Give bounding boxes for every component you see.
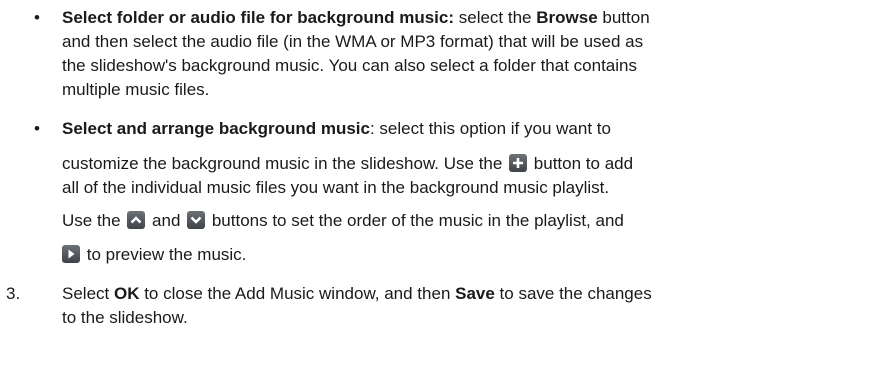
chevron-up-icon	[127, 211, 146, 229]
chevron-down-icon	[187, 211, 206, 229]
item1-line3: the slideshow's background music. You ca…	[62, 56, 637, 75]
item1-lead: Select folder or audio file for backgrou…	[62, 8, 455, 27]
item1-line2: and then select the audio file (in the W…	[62, 32, 644, 51]
bullet-marker: •	[34, 119, 40, 138]
item2-text-f: buttons to set the order of the music in…	[207, 211, 624, 230]
item2-text-b: customize the background music in the sl…	[62, 154, 508, 173]
item2-line3: all of the individual music files you wa…	[62, 178, 610, 197]
step3-text-b: to close the Add Music window, and then	[139, 284, 456, 303]
save-term: Save	[455, 284, 495, 303]
plus-icon	[509, 154, 528, 172]
play-icon	[62, 245, 80, 263]
item2-line2: customize the background music in the sl…	[62, 152, 633, 176]
item1-text-a: select the	[454, 8, 537, 27]
browse-term: Browse	[536, 8, 598, 27]
item2-line4: Use the and buttons to set the order of …	[62, 209, 624, 233]
item1-text-b: button	[597, 8, 650, 27]
item1-line1: Select folder or audio file for backgrou…	[62, 6, 650, 30]
item2-text-d: Use the	[62, 211, 126, 230]
bullet-marker: •	[34, 8, 40, 27]
item2-line1: Select and arrange background music: sel…	[62, 117, 611, 141]
item2-text-c: button to add	[529, 154, 634, 173]
step3-text-a: Select	[62, 284, 114, 303]
item2-text-a: : select this option if you want to	[369, 119, 611, 138]
item2-text-g: to preview the music.	[82, 245, 247, 264]
step-number: 3.	[6, 284, 21, 303]
item2-lead: Select and arrange background music	[62, 119, 370, 138]
item1-line4: multiple music files.	[62, 80, 210, 99]
item2-text-e: and	[147, 211, 186, 230]
item2-line5: to preview the music.	[62, 243, 246, 267]
step3-line1: Select OK to close the Add Music window,…	[62, 282, 652, 306]
step3-line2: to the slideshow.	[62, 308, 188, 327]
ok-term: OK	[113, 284, 140, 303]
step3-text-c: to save the changes	[494, 284, 652, 303]
